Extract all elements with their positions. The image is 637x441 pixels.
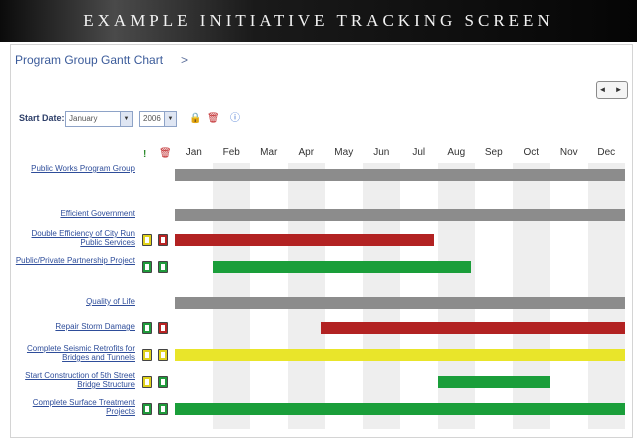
gantt-bar[interactable] <box>175 169 625 181</box>
gantt-bar[interactable] <box>212 261 472 273</box>
green-status-icon[interactable] <box>142 322 152 334</box>
year-select[interactable]: 2006 ▼ <box>139 111 177 127</box>
gantt-bar[interactable] <box>175 209 625 221</box>
grid-column <box>175 163 213 429</box>
yellow-status-icon[interactable] <box>158 349 168 361</box>
month-label: Jun <box>373 147 390 158</box>
grid-column <box>587 163 625 429</box>
gantt-panel: Program Group Gantt Chart > ◄ ► Start Da… <box>10 44 633 438</box>
grid-column <box>475 163 513 429</box>
start-date-label: Start Date: <box>19 113 65 123</box>
row-label[interactable]: Complete Seismic Retrofits for Bridges a… <box>11 344 135 362</box>
green-status-icon[interactable] <box>158 403 168 415</box>
row-label[interactable]: Complete Surface Treatment Projects <box>11 398 135 416</box>
lock-icon[interactable]: 🔒 <box>189 112 201 126</box>
chevron-down-icon: ▼ <box>120 112 132 126</box>
month-label: Sep <box>484 147 503 158</box>
green-status-icon[interactable] <box>142 261 152 273</box>
trash-icon: 🗑 <box>159 148 172 159</box>
grid-column <box>550 163 588 429</box>
gantt-bar[interactable] <box>175 403 625 415</box>
grid-column <box>400 163 438 429</box>
grid-column <box>362 163 400 429</box>
month-label: Jan <box>185 147 202 158</box>
breadcrumb-separator: > <box>181 53 189 67</box>
month-label: May <box>334 147 354 158</box>
trash-icon[interactable]: 🗑 <box>207 112 220 126</box>
month-label: Nov <box>559 147 578 158</box>
info-icon[interactable]: ⓘ <box>229 112 241 126</box>
month-label: Mar <box>260 147 278 158</box>
gantt-bar[interactable] <box>175 297 625 309</box>
month-label: Apr <box>298 147 315 158</box>
grid-column <box>512 163 550 429</box>
exclamation-icon: ! <box>143 149 147 160</box>
green-status-icon[interactable] <box>158 261 168 273</box>
period-nav-arrows[interactable]: ◄ ► <box>596 81 628 99</box>
month-label: Oct <box>523 147 540 158</box>
row-label[interactable]: Public Works Program Group <box>11 164 135 173</box>
gantt-bar[interactable] <box>437 376 550 388</box>
month-label: Aug <box>447 147 466 158</box>
yellow-status-icon[interactable] <box>142 376 152 388</box>
month-select-value: January <box>69 114 98 123</box>
green-status-icon[interactable] <box>142 403 152 415</box>
row-label[interactable]: Double Efficiency of City Run Public Ser… <box>11 229 135 247</box>
breadcrumb[interactable]: Program Group Gantt Chart <box>15 53 163 67</box>
yellow-status-icon[interactable] <box>142 234 152 246</box>
grid-column <box>250 163 288 429</box>
grid-column <box>325 163 363 429</box>
yellow-status-icon[interactable] <box>142 349 152 361</box>
row-label[interactable]: Public/Private Partnership Project <box>11 256 135 265</box>
row-label[interactable]: Efficient Government <box>11 209 135 218</box>
grid-column <box>287 163 325 429</box>
green-status-icon[interactable] <box>158 376 168 388</box>
grid-column <box>437 163 475 429</box>
grid-column <box>212 163 250 429</box>
month-label: Dec <box>597 147 616 158</box>
red-status-icon[interactable] <box>158 234 168 246</box>
month-select[interactable]: January ▼ <box>65 111 133 127</box>
gantt-bar[interactable] <box>175 234 434 246</box>
month-label: Jul <box>412 147 426 158</box>
month-label: Feb <box>222 147 240 158</box>
gantt-bar[interactable] <box>175 349 625 361</box>
row-label[interactable]: Repair Storm Damage <box>11 322 135 331</box>
gantt-grid <box>175 163 625 429</box>
red-status-icon[interactable] <box>158 322 168 334</box>
year-select-value: 2006 <box>143 114 161 123</box>
row-label[interactable]: Start Construction of 5th Street Bridge … <box>11 371 135 389</box>
chevron-down-icon: ▼ <box>164 112 176 126</box>
gantt-bar[interactable] <box>321 322 625 334</box>
row-label[interactable]: Quality of Life <box>11 297 135 306</box>
banner-title: EXAMPLE INITIATIVE TRACKING SCREEN <box>0 0 637 42</box>
